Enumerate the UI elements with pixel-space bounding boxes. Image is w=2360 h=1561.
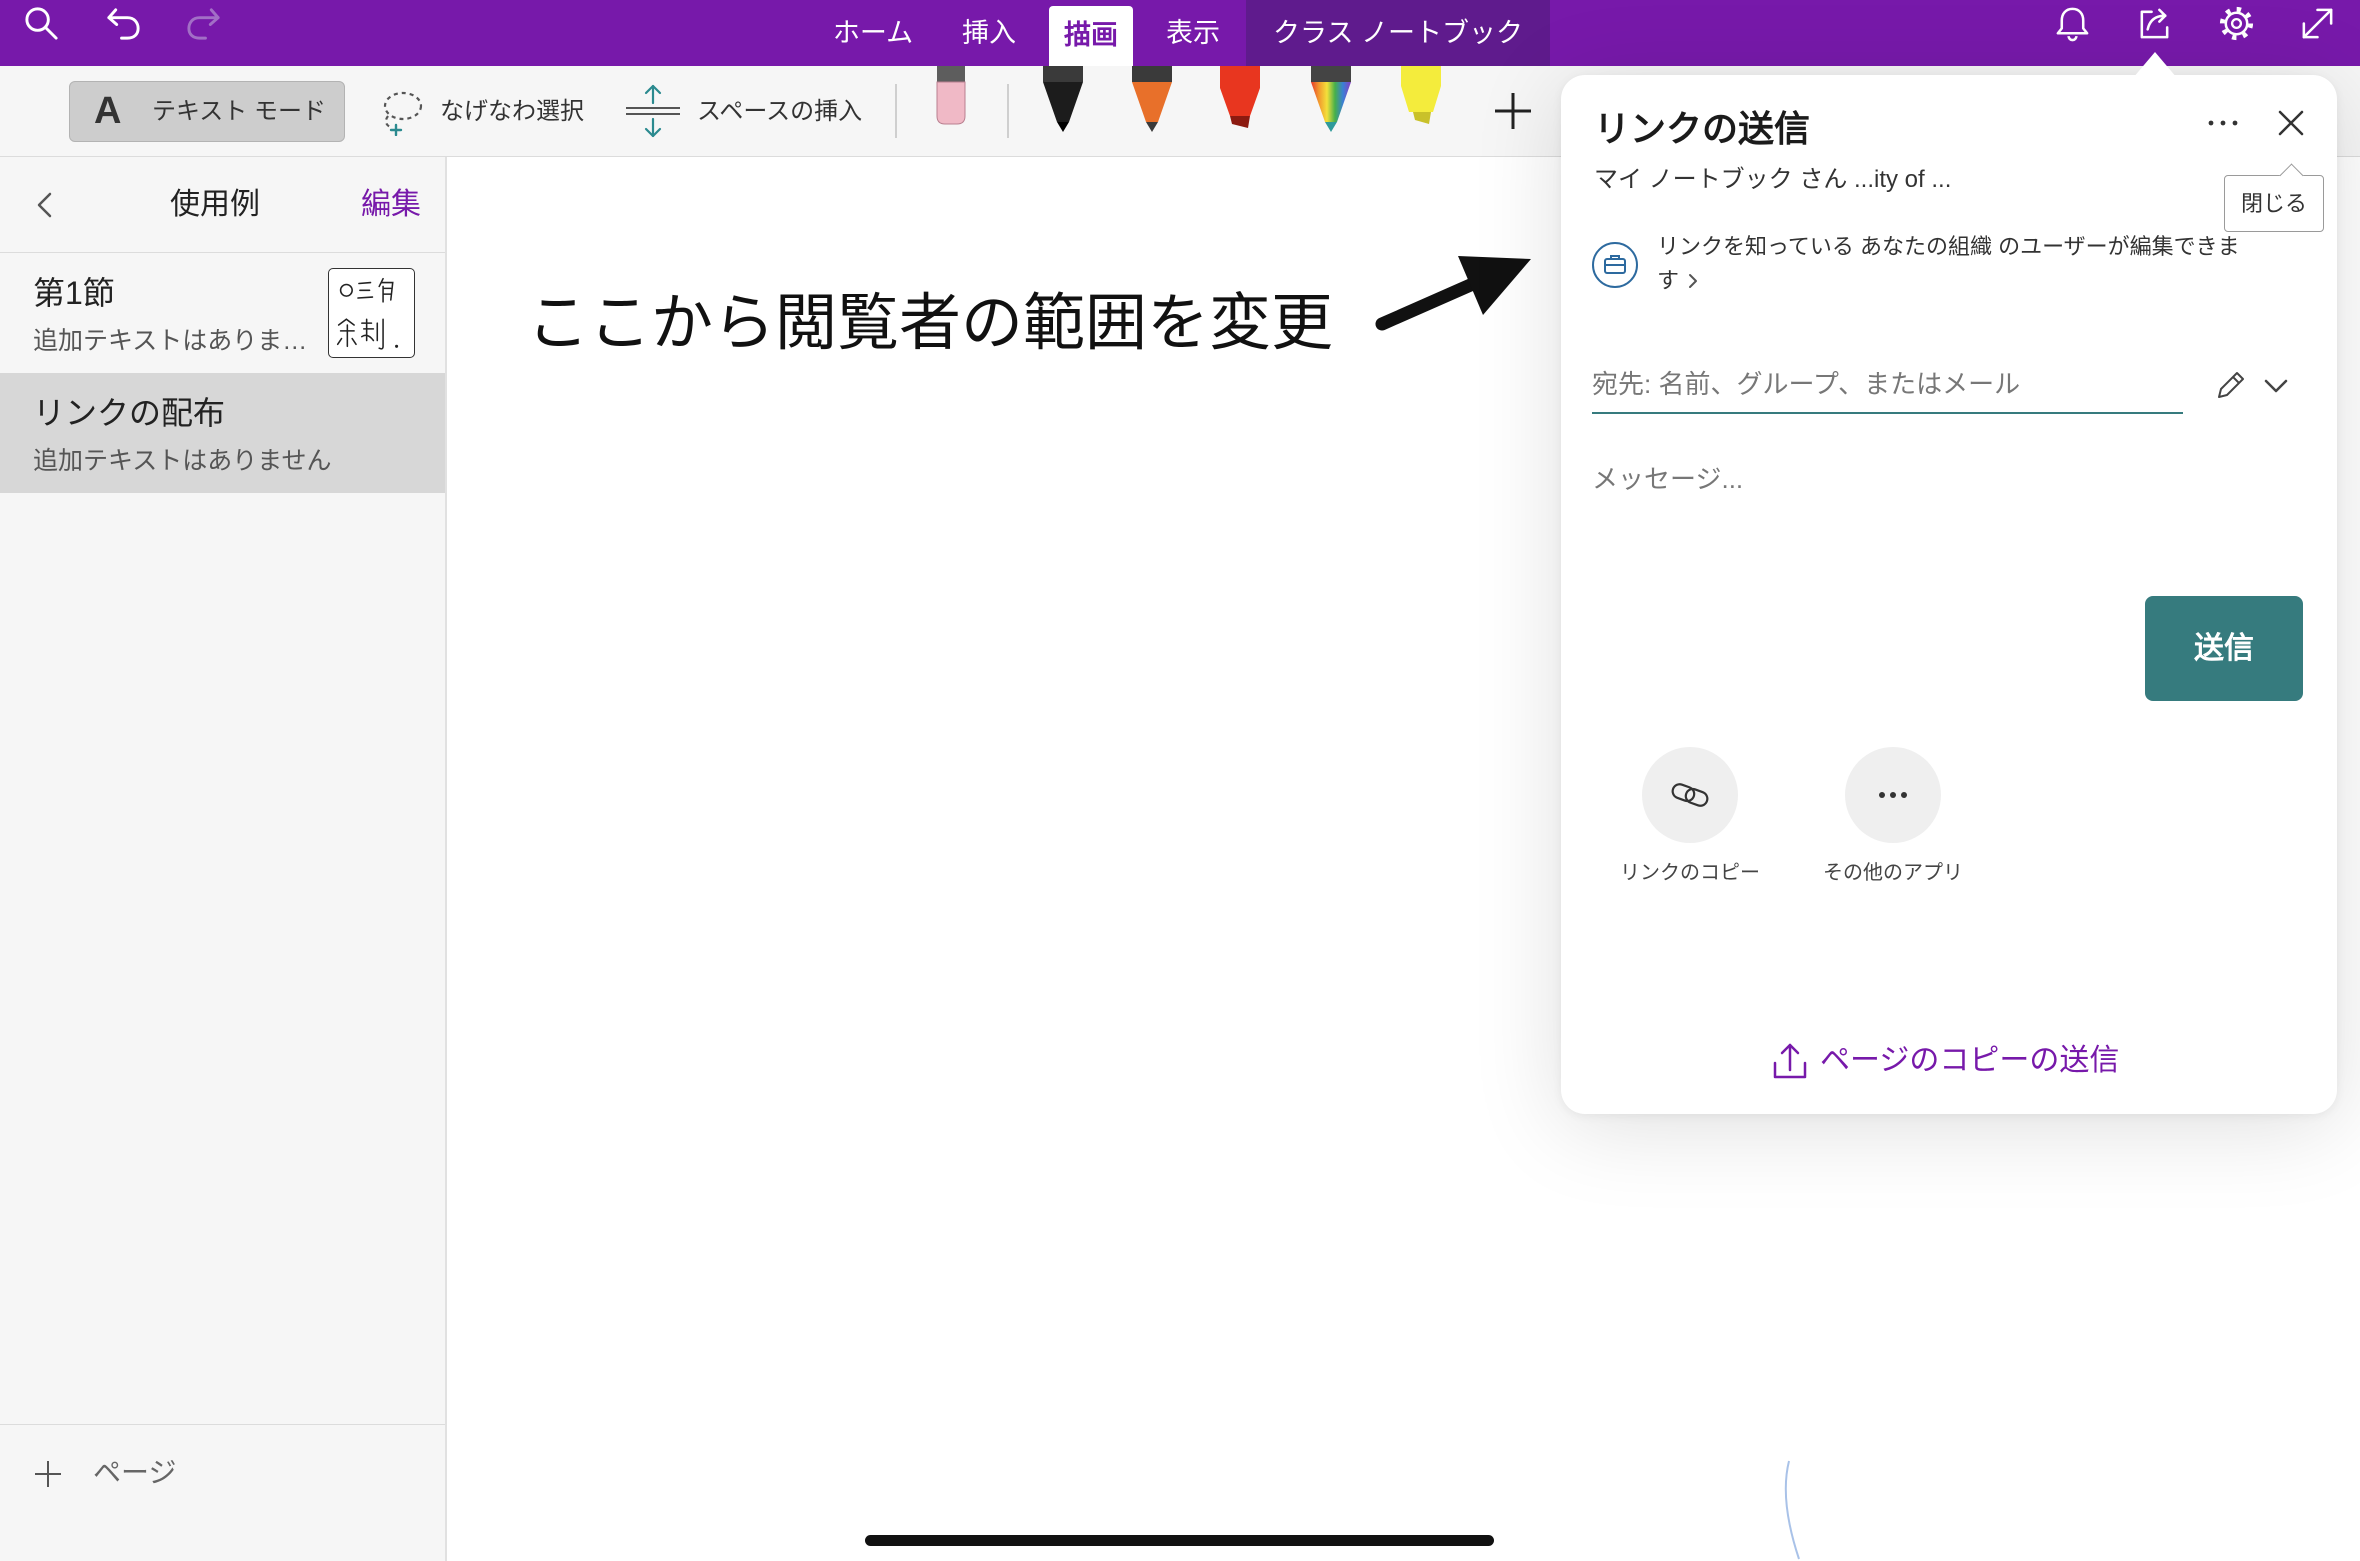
text-mode-button[interactable]: A テキスト モード — [69, 81, 345, 142]
ribbon-tab-bar: ホーム 挿入 描画 表示 クラス ノートブック — [0, 0, 2360, 66]
sidebar-footer: ページ — [0, 1424, 445, 1561]
link-permission-setting[interactable]: リンクを知っている あなたの組織 のユーザーが編集できます — [1657, 230, 2257, 298]
insert-space-icon[interactable] — [624, 82, 682, 140]
share-icon[interactable] — [2135, 4, 2174, 43]
pen-orange[interactable] — [1124, 66, 1180, 134]
link-icon — [1671, 783, 1709, 807]
other-apps-button[interactable] — [1845, 747, 1941, 843]
lasso-select-icon[interactable] — [376, 86, 426, 136]
pencil-icon[interactable] — [2213, 367, 2249, 403]
chevron-right-icon — [1687, 273, 1699, 289]
pen-orange-cone — [1132, 82, 1172, 122]
highlighter-yellow-cone — [1401, 86, 1441, 112]
undo-icon[interactable] — [104, 4, 143, 43]
page-preview: 追加テキストはありません — [33, 447, 332, 475]
tab-view[interactable]: 表示 — [1153, 0, 1233, 66]
notebook-subtitle: マイ ノートブック さん ...ity of ... — [1594, 166, 1952, 193]
popover-title: リンクの送信 — [1594, 108, 1811, 149]
popover-pointer — [2133, 52, 2177, 78]
page-list-item[interactable]: 第1節 追加テキストはありま… — [0, 253, 445, 373]
lasso-select-button[interactable]: なげなわ選択 — [440, 66, 584, 157]
tab-class-notebook[interactable]: クラス ノートブック — [1246, 0, 1550, 66]
redo-icon[interactable] — [184, 4, 223, 43]
home-indicator[interactable] — [865, 1535, 1494, 1546]
more-apps-icon — [1879, 792, 1907, 798]
sidebar-header: 使用例 編集 — [0, 157, 445, 253]
insert-space-button[interactable]: スペースの挿入 — [697, 66, 862, 157]
add-page-plus-icon[interactable] — [33, 1459, 63, 1489]
copy-link-label: リンクのコピー — [1620, 862, 1760, 884]
recipients-input[interactable] — [1592, 357, 2183, 414]
text-mode-label: テキスト モード — [152, 98, 326, 125]
add-page-button[interactable]: ページ — [93, 1453, 176, 1493]
search-icon[interactable] — [22, 4, 61, 43]
eraser-body — [936, 81, 966, 125]
section-title: 使用例 — [170, 188, 260, 221]
pen-black-cone — [1043, 82, 1083, 122]
highlighter-yellow[interactable] — [1393, 66, 1449, 134]
tab-insert[interactable]: 挿入 — [949, 0, 1029, 66]
more-options-icon[interactable] — [2203, 113, 2243, 133]
organization-briefcase-icon[interactable] — [1591, 241, 1639, 289]
eraser-tool[interactable] — [933, 66, 969, 126]
tab-home[interactable]: ホーム — [823, 0, 923, 66]
marker-red-body — [1220, 66, 1260, 88]
marker-red-cone — [1220, 88, 1260, 116]
annotation-arrow — [1375, 256, 1531, 331]
send-link-popover: リンクの送信 閉じる マイ ノートブック さん ...ity of ... リン… — [1561, 75, 2337, 1114]
page-title: 第1節 — [33, 275, 115, 311]
upload-icon[interactable] — [1769, 1039, 1811, 1083]
copy-link-button[interactable] — [1642, 747, 1738, 843]
link-permission-text: リンクを知っている あなたの組織 のユーザーが編集できます — [1657, 234, 2240, 293]
page-thumbnail — [328, 268, 415, 358]
page-preview: 追加テキストはありま… — [33, 327, 308, 355]
page-list-item-selected[interactable]: リンクの配布 追加テキストはありません — [0, 373, 445, 493]
other-apps-label: その他のアプリ — [1823, 862, 1963, 884]
page-title: リンクの配布 — [33, 395, 226, 431]
ink-stroke — [1784, 1460, 1800, 1560]
settings-icon[interactable] — [2217, 4, 2256, 43]
close-tooltip: 閉じる — [2224, 175, 2324, 232]
send-page-copy-link[interactable]: ページのコピーの送信 — [1820, 1041, 2119, 1081]
highlighter-yellow-body — [1401, 66, 1441, 86]
bell-icon[interactable] — [2053, 4, 2092, 43]
toolbar-divider — [1007, 84, 1009, 138]
marker-red[interactable] — [1212, 66, 1268, 134]
canvas-annotation-text: ここから閲覧者の範囲を変更 — [527, 289, 1334, 358]
toolbar-divider — [895, 84, 897, 138]
tab-draw[interactable]: 描画 — [1049, 6, 1133, 66]
page-list-sidebar: 使用例 編集 第1節 追加テキストはありま… リンクの配布 追加テキストはありま… — [0, 157, 447, 1561]
text-mode-icon: A — [94, 90, 122, 132]
plus-icon[interactable] — [1492, 90, 1534, 132]
expand-icon[interactable] — [2298, 4, 2337, 43]
message-field[interactable] — [1592, 453, 2303, 573]
edit-button[interactable]: 編集 — [340, 157, 421, 253]
close-icon[interactable] — [2276, 108, 2306, 138]
send-button[interactable]: 送信 — [2145, 596, 2303, 701]
chevron-down-icon[interactable] — [2261, 371, 2291, 401]
pen-black[interactable] — [1035, 66, 1091, 134]
pen-rainbow[interactable] — [1303, 66, 1359, 134]
back-chevron-icon[interactable] — [30, 190, 60, 220]
